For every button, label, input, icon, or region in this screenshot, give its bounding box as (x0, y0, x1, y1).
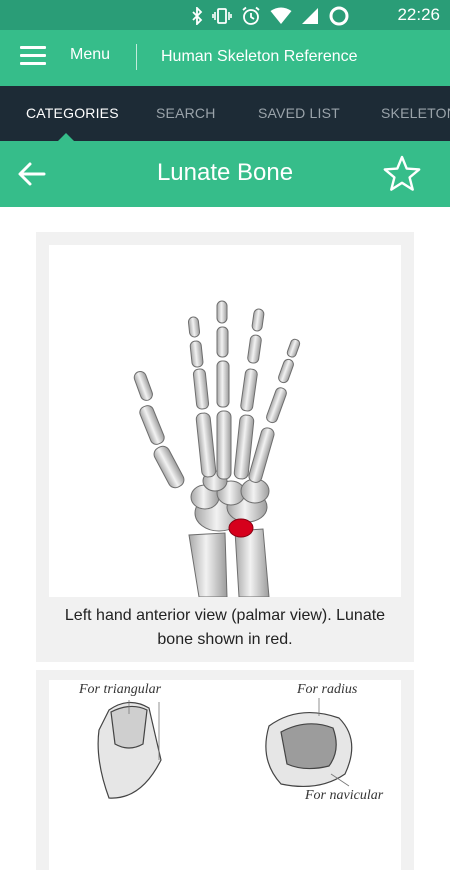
alarm-icon (242, 6, 260, 25)
wifi-icon (270, 7, 292, 24)
figure-card: Left hand anterior view (palmar view). L… (36, 232, 414, 662)
vibrate-icon (212, 8, 232, 24)
signal-icon (302, 8, 318, 24)
hamburger-menu-icon[interactable] (20, 46, 46, 66)
tab-categories[interactable]: CATEGORIES (26, 105, 119, 121)
app-bar-divider (136, 44, 137, 70)
app-bar: Menu Human Skeleton Reference (0, 30, 450, 86)
bluetooth-icon (192, 7, 203, 25)
active-tab-indicator (58, 133, 74, 141)
tab-search[interactable]: SEARCH (156, 105, 216, 121)
status-bar: 22:26 (0, 0, 450, 30)
favorite-star-icon[interactable] (382, 154, 422, 194)
lunate-bone-highlight (228, 518, 254, 538)
lunate-engraving-image: For triangular For radius For navicular (49, 680, 401, 880)
tab-skeleton[interactable]: SKELETON (381, 105, 450, 121)
clock: 22:26 (397, 5, 440, 24)
figure-card-2: For triangular For radius For navicular (36, 670, 414, 880)
page-header: Lunate Bone (0, 141, 450, 207)
lunate-engraving-illustration (97, 698, 353, 799)
figure-caption: Left hand anterior view (palmar view). L… (64, 607, 386, 648)
menu-button[interactable]: Menu (70, 46, 110, 64)
hand-skeleton-image (49, 245, 401, 598)
tab-saved-list[interactable]: SAVED LIST (258, 105, 340, 121)
status-icons (191, 5, 350, 27)
app-title: Human Skeleton Reference (161, 48, 358, 65)
hand-skeleton-illustration (133, 300, 301, 598)
battery-icon (329, 6, 349, 26)
content-area[interactable]: Left hand anterior view (palmar view). L… (0, 207, 450, 880)
